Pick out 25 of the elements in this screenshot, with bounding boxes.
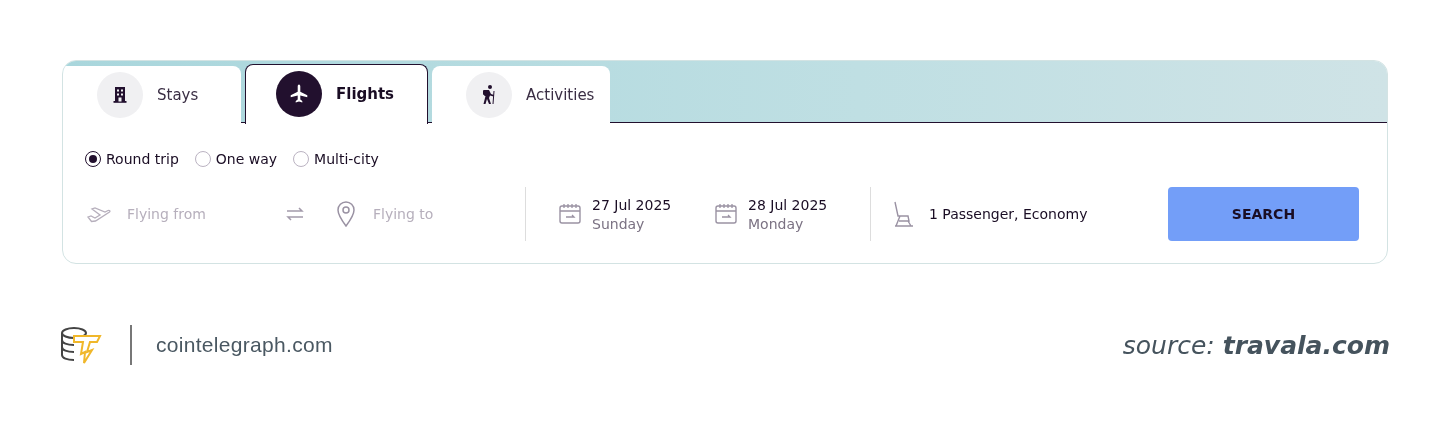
destination-field[interactable]: Flying to <box>371 205 515 223</box>
hiker-icon <box>466 71 512 118</box>
tab[interactable]: Activities <box>432 65 610 124</box>
trip-type-option[interactable]: One way <box>194 151 278 167</box>
trip-type-option[interactable]: Multi-city <box>293 151 379 167</box>
swap-icon[interactable] <box>285 206 305 222</box>
trip-type-option[interactable]: Round trip <box>85 151 179 167</box>
date-text[interactable]: 28 Jul 2025 <box>748 196 828 213</box>
location-pin-icon <box>335 200 357 228</box>
tab[interactable]: Stays <box>63 65 241 124</box>
weekday-text: Monday <box>748 215 805 232</box>
building-icon <box>97 71 143 118</box>
coins-lightning-logo <box>60 325 104 365</box>
date-text[interactable]: 27 Jul 2025 <box>592 196 672 213</box>
search-button[interactable]: SEARCH <box>1168 187 1359 241</box>
source-credit: source: travala.com <box>1122 330 1390 360</box>
tab[interactable]: Flights <box>245 63 428 124</box>
passenger-selector[interactable]: 1 Passenger, Economy <box>929 206 1088 222</box>
site-name: cointelegraph.com <box>156 333 333 357</box>
plane-icon <box>276 71 322 117</box>
seat-icon <box>891 199 915 229</box>
calendar-icon[interactable] <box>714 202 738 226</box>
origin-field[interactable]: Flying from <box>125 205 269 223</box>
calendar-icon[interactable] <box>558 202 582 226</box>
weekday-text: Sunday <box>592 215 646 232</box>
